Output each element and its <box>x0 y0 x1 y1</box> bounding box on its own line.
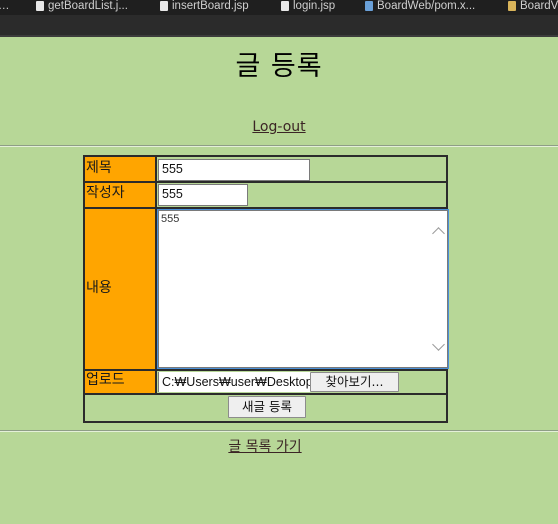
xml-file-icon <box>365 1 373 11</box>
writer-label-cell: 작성자 <box>85 183 157 207</box>
jsp-file-icon <box>160 1 168 11</box>
tab-getboardlist[interactable]: getBoardList.j... <box>36 0 128 15</box>
content-row: 내용 555 <box>85 209 449 371</box>
submit-row: 새글 등록 <box>85 395 446 421</box>
logout-link[interactable]: Log-out <box>252 119 305 135</box>
tab-label: insertBoard.jsp <box>172 0 249 12</box>
upload-label-cell: 업로드 <box>85 371 157 393</box>
bottom-divider <box>0 430 558 432</box>
page-title: 글 등록 <box>235 51 323 82</box>
title-input[interactable]: 555 <box>158 159 310 181</box>
browse-button[interactable]: 찾아보기... <box>310 372 399 392</box>
tab-label: BoardV <box>520 0 558 12</box>
upload-label: 업로드 <box>86 372 125 388</box>
insert-board-form: 제목 555 작성자 555 내용 555 업로드 C:₩Users₩user₩… <box>83 155 449 423</box>
tab-label: BoardWeb/pom.x... <box>377 0 476 12</box>
content-textarea[interactable]: 555 <box>157 209 449 369</box>
tab-boardv[interactable]: BoardV <box>508 0 558 15</box>
content-label-cell: 내용 <box>85 209 157 369</box>
content-label: 내용 <box>86 280 112 296</box>
jsp-file-icon <box>281 1 289 11</box>
tab-pom[interactable]: BoardWeb/pom.x... <box>365 0 475 15</box>
tab-login[interactable]: login.jsp <box>281 0 335 15</box>
scroll-down-icon[interactable] <box>432 338 445 351</box>
browser-toolbar <box>0 15 558 37</box>
scroll-up-icon[interactable] <box>432 227 445 240</box>
top-divider <box>0 145 558 147</box>
writer-label: 작성자 <box>86 185 125 201</box>
writer-row: 작성자 555 <box>85 183 446 209</box>
upload-row: 업로드 C:₩Users₩user₩Desktop 찾아보기... <box>85 371 446 395</box>
title-row: 제목 555 <box>85 157 446 183</box>
tab-overflow[interactable]: … <box>0 0 10 15</box>
upload-path-input[interactable]: C:₩Users₩user₩Desktop <box>158 372 312 392</box>
editor-tab-bar: … getBoardList.j... insertBoard.jsp logi… <box>0 0 558 15</box>
java-file-icon <box>508 1 516 11</box>
list-link-container: 글 목록 가기 <box>0 438 530 456</box>
title-label: 제목 <box>86 160 112 176</box>
writer-input[interactable]: 555 <box>158 184 248 206</box>
board-list-link[interactable]: 글 목록 가기 <box>228 439 301 455</box>
tab-insertboard[interactable]: insertBoard.jsp <box>160 0 249 15</box>
title-label-cell: 제목 <box>85 157 157 181</box>
jsp-file-icon <box>36 1 44 11</box>
submit-button[interactable]: 새글 등록 <box>228 396 306 418</box>
logout-container: Log-out <box>0 118 558 136</box>
tab-label: login.jsp <box>293 0 336 12</box>
tab-label: getBoardList.j... <box>48 0 128 12</box>
content-text: 555 <box>161 213 180 225</box>
